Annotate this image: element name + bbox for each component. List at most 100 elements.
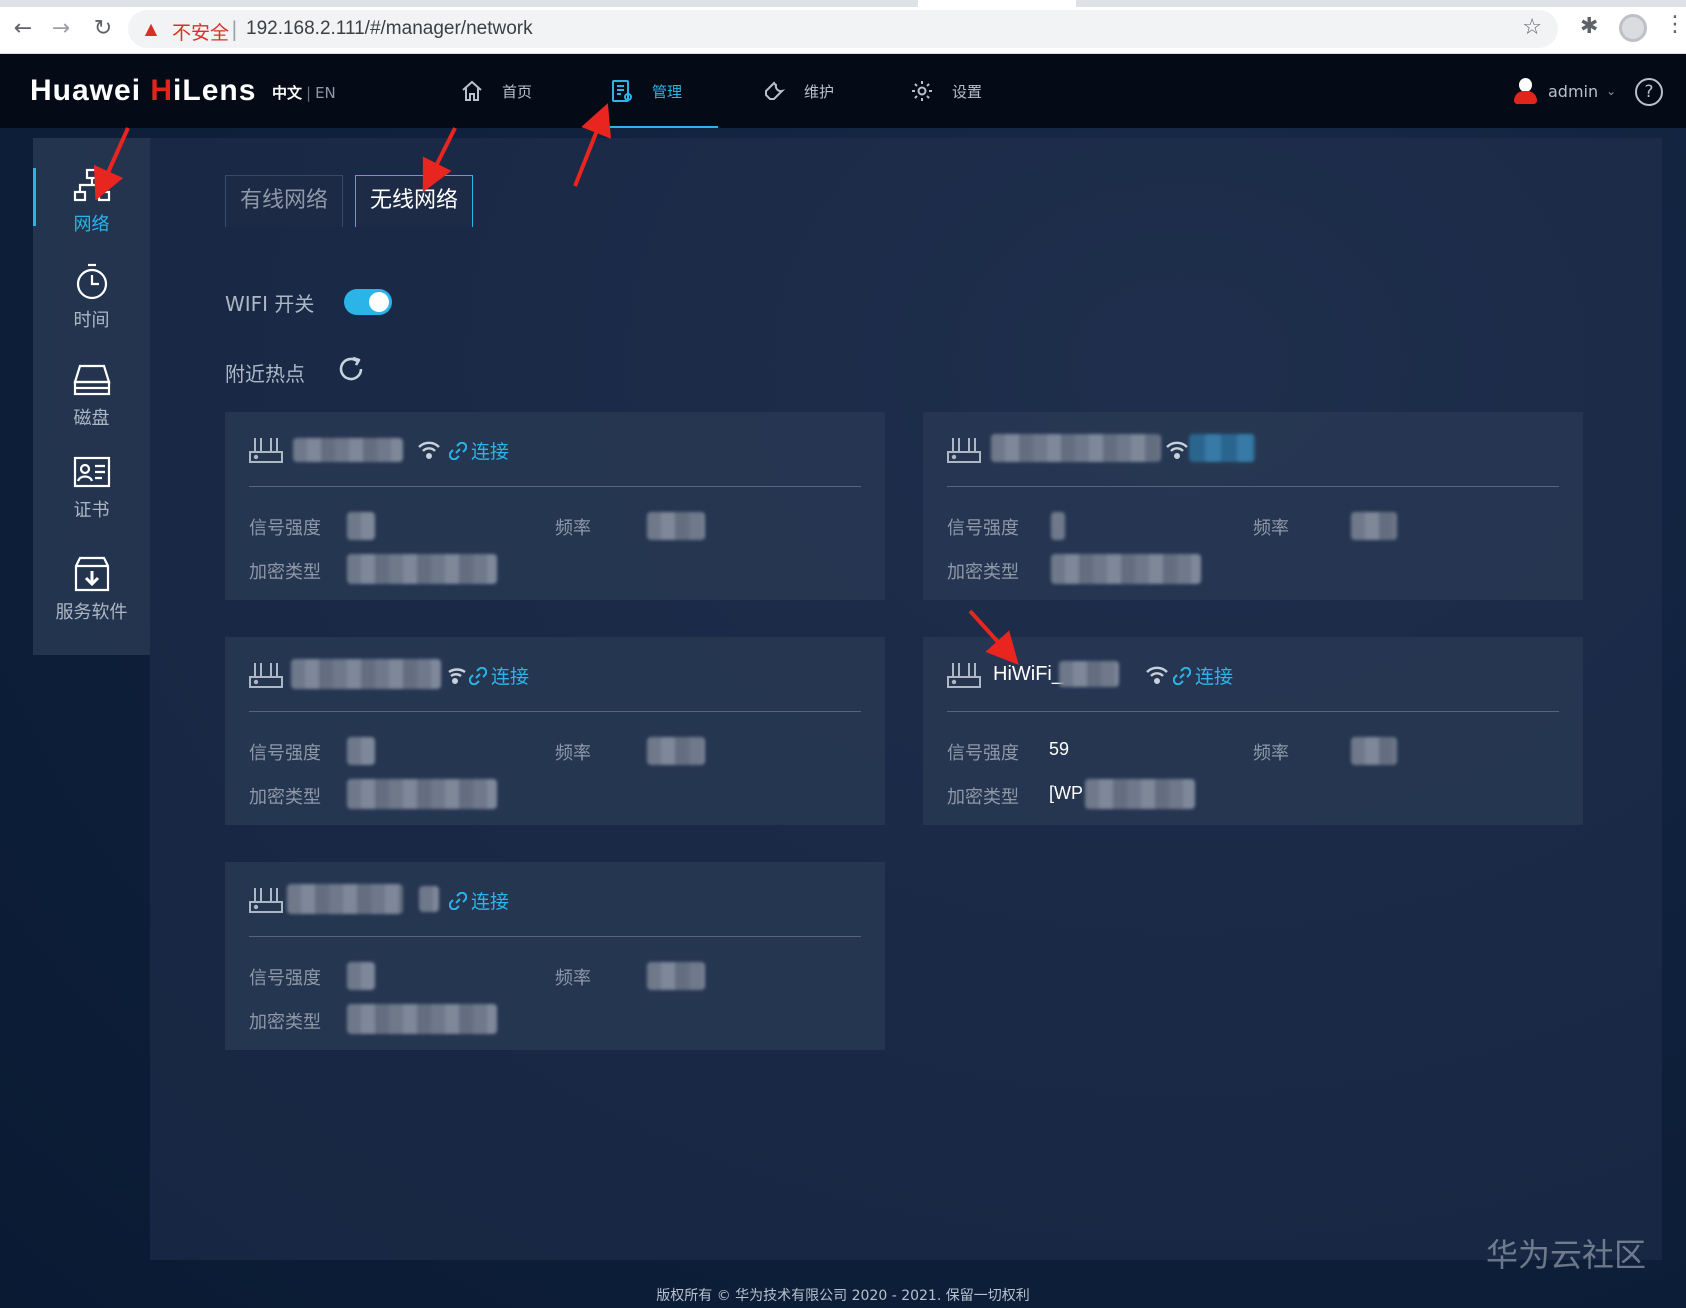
sidebar-item-network[interactable]: 网络 (33, 140, 150, 235)
chevron-down-icon: ⌄ (1606, 84, 1617, 98)
topnav-settings[interactable]: 设置 (910, 54, 982, 128)
refresh-icon[interactable] (336, 354, 366, 384)
link-icon (449, 441, 467, 460)
sidebar-label-disk: 磁盘 (73, 408, 110, 429)
back-icon[interactable]: ← (8, 14, 38, 44)
wifi-switch-label: WIFI 开关 (225, 292, 315, 316)
redacted-encryption (347, 1004, 497, 1034)
logo-huawei: Huawei (30, 74, 151, 107)
router-icon (249, 438, 283, 463)
extensions-puzzle-icon[interactable]: ✱ (1580, 14, 1598, 39)
redacted-signal (347, 737, 375, 765)
redacted-signal (1051, 512, 1065, 540)
frequency-label: 频率 (1253, 518, 1289, 539)
help-icon[interactable]: ? (1635, 78, 1663, 106)
certificate-icon (73, 456, 110, 488)
user-avatar-icon (1512, 76, 1538, 106)
router-icon (947, 438, 981, 463)
wifi-signal-icon (1166, 441, 1188, 459)
sidebar-item-time[interactable]: 时间 (33, 240, 150, 331)
redacted-encryption (1085, 779, 1195, 809)
redacted-encryption (347, 554, 497, 584)
card-divider (947, 486, 1559, 487)
encryption-type-value: [WP (1049, 783, 1083, 803)
redacted-frequency (1351, 737, 1397, 765)
connect-link[interactable]: 连接 (449, 887, 509, 914)
signal-strength-label: 信号强度 (249, 518, 321, 539)
hotspot-ssid: HiWiFi_ (993, 663, 1063, 685)
signal-strength-value: 59 (1049, 739, 1070, 759)
link-icon (469, 666, 487, 685)
lang-zh-option[interactable]: 中文 (272, 84, 302, 102)
user-menu[interactable]: admin ⌄ (1512, 76, 1616, 106)
tab-wired-network[interactable]: 有线网络 (225, 175, 343, 227)
lang-separator: | (306, 84, 312, 102)
network-icon (73, 168, 110, 202)
gear-icon (912, 81, 932, 101)
topnav-manage[interactable]: 管理 (593, 54, 719, 128)
browser-menu-icon[interactable]: ⋮ (1664, 12, 1686, 37)
wifi-toggle[interactable] (344, 289, 392, 315)
sidebar-item-service-software[interactable]: 服务软件 (33, 530, 150, 623)
redacted-encryption (347, 779, 497, 809)
wifi-toggle-knob (369, 292, 389, 312)
wrench-icon (765, 81, 786, 100)
url-text[interactable]: 192.168.2.111/#/manager/network (246, 18, 533, 40)
language-switch: 中文 | EN (272, 82, 336, 103)
topnav-maintain[interactable]: 维护 (762, 54, 834, 128)
browser-active-tab[interactable] (918, 0, 1076, 7)
redacted-ssid (991, 434, 1161, 462)
frequency-label: 频率 (555, 743, 591, 764)
frequency-label: 频率 (1253, 743, 1289, 764)
redacted-ssid (287, 884, 403, 914)
signal-strength-label: 信号强度 (947, 518, 1019, 539)
connect-link[interactable]: 连接 (469, 662, 529, 689)
redacted-ssid (1059, 661, 1119, 687)
topnav-settings-label: 设置 (952, 82, 983, 101)
hotspot-card: 信号强度 频率 加密类型 (923, 412, 1583, 600)
forward-icon[interactable]: → (46, 14, 76, 44)
router-icon (249, 888, 283, 913)
sidebar-label-service-software: 服务软件 (55, 602, 128, 623)
connect-link[interactable]: 连接 (1173, 662, 1233, 689)
connect-link[interactable]: 连接 (449, 437, 509, 464)
profile-avatar-icon[interactable] (1619, 14, 1647, 42)
redacted-frequency (1351, 512, 1397, 540)
hotspot-card: HiWiFi_ 连接 信号强度 59 频率 加密类型 [WP (923, 637, 1583, 825)
disk-icon (73, 364, 110, 396)
bookmark-star-icon[interactable]: ☆ (1522, 15, 1542, 40)
browser-tabstrip (0, 0, 1686, 7)
sidebar-item-disk[interactable]: 磁盘 (33, 338, 150, 429)
address-bar[interactable]: ▲ 不安全 | 192.168.2.111/#/manager/network … (128, 10, 1558, 48)
encryption-type-label: 加密类型 (249, 787, 321, 808)
signal-strength-label: 信号强度 (249, 743, 321, 764)
redacted-connect (1189, 434, 1255, 462)
topnav-home[interactable]: 首页 (460, 54, 532, 128)
encryption-type-label: 加密类型 (947, 787, 1019, 808)
tab-wireless-network[interactable]: 无线网络 (355, 175, 473, 227)
encryption-type-label: 加密类型 (947, 562, 1019, 583)
wifi-signal-icon (418, 441, 440, 459)
connect-label: 连接 (471, 441, 510, 463)
wifi-signal-icon (448, 668, 466, 684)
sidebar-label-network: 网络 (73, 214, 110, 235)
watermark: 华为云社区 (1486, 1236, 1647, 1274)
sidebar-label-certificate: 证书 (73, 500, 110, 521)
app-header: Huawei HiLens 中文 | EN 首页 管理 维护 设置 admin ⌄ … (0, 54, 1686, 128)
connect-label: 连接 (1195, 666, 1234, 688)
redacted-encryption (1051, 554, 1201, 584)
download-box-icon (74, 556, 109, 592)
reload-icon[interactable]: ↻ (88, 14, 118, 44)
topnav-maintain-label: 维护 (804, 82, 835, 101)
clock-icon (76, 263, 107, 300)
logo-accent-letter: H (150, 74, 174, 107)
home-icon (462, 80, 482, 101)
signal-strength-label: 信号强度 (249, 968, 321, 989)
lang-en-option[interactable]: EN (315, 84, 336, 102)
encryption-type-label: 加密类型 (249, 562, 321, 583)
insecure-label[interactable]: 不安全 (172, 18, 229, 45)
card-divider (947, 711, 1559, 712)
sidebar-item-certificate[interactable]: 证书 (33, 430, 150, 521)
frequency-label: 频率 (555, 518, 591, 539)
frequency-label: 频率 (555, 968, 591, 989)
